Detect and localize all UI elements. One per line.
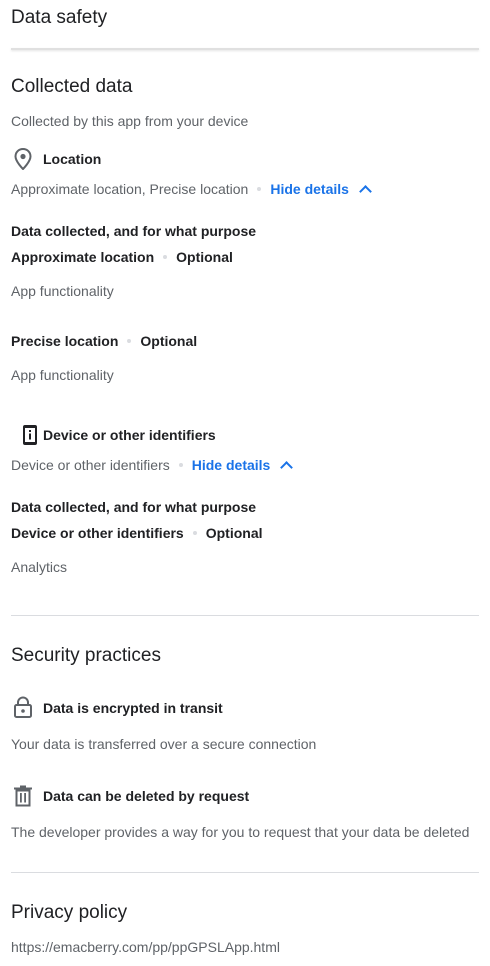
optional-flag: Optional	[140, 333, 198, 349]
security-heading: Security practices	[11, 645, 161, 666]
location-title: Location	[43, 151, 102, 167]
page-title: Data safety	[11, 7, 108, 28]
data-purpose: App functionality	[11, 367, 114, 383]
location-item-row: Approximate location Optional	[11, 249, 233, 265]
separator-dot	[257, 187, 262, 192]
hide-details-label: Hide details	[191, 457, 271, 473]
location-summary: Approximate location, Precise location	[11, 181, 249, 197]
location-hide-details-link[interactable]: Hide details	[270, 181, 372, 198]
security-item-title: Data can be deleted by request	[43, 788, 250, 804]
data-type-name: Device or other identifiers	[11, 525, 184, 541]
collected-data-subtitle: Collected by this app from your device	[11, 113, 249, 129]
trash-icon	[13, 785, 33, 812]
collected-data-heading: Collected data	[11, 76, 133, 97]
separator-dot	[163, 255, 168, 260]
security-item-desc: Your data is transferred over a secure c…	[11, 736, 317, 752]
chevron-up-icon	[359, 185, 372, 198]
separator-dot	[178, 463, 183, 468]
optional-flag: Optional	[205, 525, 263, 541]
section-divider	[11, 872, 479, 873]
separator-dot	[192, 531, 197, 536]
identifiers-summary-row: Device or other identifiers Hide details	[11, 457, 294, 474]
hide-details-label: Hide details	[270, 181, 349, 197]
location-summary-row: Approximate location, Precise location Hi…	[11, 181, 372, 198]
data-type-name: Precise location	[11, 333, 119, 349]
optional-flag: Optional	[176, 249, 233, 265]
security-item-title: Data is encrypted in transit	[43, 700, 223, 716]
phone-info-icon	[22, 424, 38, 451]
identifiers-purpose-heading: Data collected, and for what purpose	[11, 499, 257, 515]
privacy-heading: Privacy policy	[11, 902, 128, 923]
chevron-up-icon	[280, 461, 294, 474]
header-divider	[11, 48, 479, 50]
lock-icon	[13, 696, 33, 723]
security-item-desc: The developer provides a way for you to …	[11, 824, 470, 840]
data-type-name: Approximate location	[11, 249, 155, 265]
privacy-policy-link[interactable]: https://emacberry.com/pp/ppGPSLApp.html	[11, 939, 280, 955]
section-divider	[11, 615, 479, 616]
identifiers-item-row: Device or other identifiers Optional	[11, 525, 263, 541]
location-purpose-heading: Data collected, and for what purpose	[11, 223, 257, 239]
separator-dot	[127, 339, 132, 344]
identifiers-title: Device or other identifiers	[43, 427, 216, 443]
identifiers-hide-details-link[interactable]: Hide details	[191, 457, 294, 474]
data-purpose: Analytics	[11, 559, 68, 575]
identifiers-summary: Device or other identifiers	[11, 457, 170, 473]
location-item-row: Precise location Optional	[11, 333, 197, 349]
data-purpose: App functionality	[11, 283, 114, 299]
location-pin-icon	[14, 147, 32, 175]
